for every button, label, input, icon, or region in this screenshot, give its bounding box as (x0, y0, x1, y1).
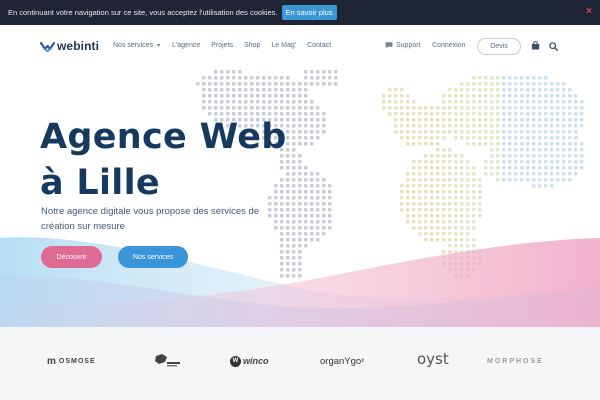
discover-button[interactable]: Découvrir (41, 246, 102, 268)
cookie-learn-more-button[interactable]: En savoir plus (281, 5, 337, 20)
hero-section: Agence Web à Lille Notre agence digitale… (0, 70, 600, 327)
client-logo-morphose[interactable]: MORPHOSE (487, 353, 544, 369)
client-logo-organygo[interactable]: organYgo x (320, 353, 364, 369)
our-services-button[interactable]: Nos services (118, 246, 188, 268)
client-logo-ipsen[interactable] (153, 353, 183, 369)
ipsen-logo-icon (155, 354, 180, 367)
organygo-superscript: x (361, 358, 365, 364)
search-icon[interactable] (549, 42, 558, 51)
organygo-text: organYgo (320, 355, 362, 367)
logo-mark-icon (40, 41, 55, 52)
hero-title-line-2: à Lille (40, 163, 160, 203)
client-logo-osmose[interactable]: m OSMOSE (47, 353, 96, 369)
winco-text: winco (243, 356, 269, 366)
chat-icon (385, 42, 393, 49)
hero-title: Agence Web à Lille (40, 114, 287, 206)
site-header: webinti Nos services ▼ L'agence Projets S… (0, 25, 600, 70)
nav-item-mag[interactable]: Le Mag' (271, 42, 296, 49)
support-label: Support (396, 42, 421, 49)
osmose-mark: m (47, 355, 57, 367)
cookie-message: En continuant votre navigation sur ce si… (8, 8, 278, 17)
hero-title-line-1: Agence Web (40, 117, 287, 157)
nav-item-services[interactable]: Nos services ▼ (113, 42, 161, 49)
logo-text: webinti (57, 39, 100, 53)
client-logos-bar: m OSMOSE W winco organYgo x oyst MORPHOSE (0, 327, 600, 400)
osmose-text: OSMOSE (58, 357, 96, 365)
login-link[interactable]: Connexion (432, 42, 465, 49)
main-nav: Nos services ▼ L'agence Projets Shop Le M… (113, 42, 342, 49)
nav-item-shop[interactable]: Shop (244, 42, 260, 49)
shopping-bag-icon[interactable] (531, 41, 540, 50)
hero-subtitle: Notre agence digitale vous propose des s… (41, 206, 260, 232)
nav-item-agence[interactable]: L'agence (172, 42, 200, 49)
nav-item-label: Nos services (113, 42, 154, 49)
site-logo[interactable]: webinti (40, 39, 99, 53)
nav-item-projets[interactable]: Projets (211, 42, 233, 49)
nav-item-contact[interactable]: Contact (307, 42, 331, 49)
support-link[interactable]: Support (385, 42, 421, 49)
winco-mark: W (230, 355, 241, 367)
client-logo-winco[interactable]: W winco (230, 353, 269, 369)
chevron-down-icon: ▼ (156, 43, 162, 49)
client-logo-oyst[interactable]: oyst (417, 350, 449, 368)
cookie-banner: En continuant votre navigation sur ce si… (0, 0, 600, 25)
cookie-close-icon[interactable]: × (586, 6, 592, 18)
quote-button[interactable]: Devis (477, 38, 521, 55)
